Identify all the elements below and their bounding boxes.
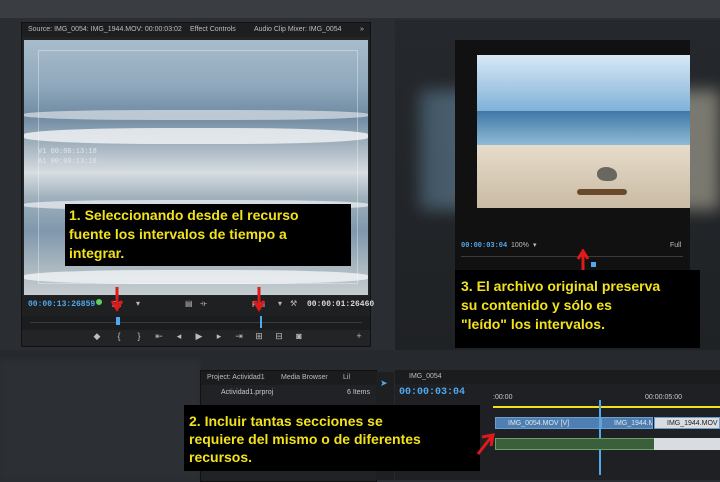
seagull <box>597 167 617 181</box>
red-arrow-in <box>110 287 124 312</box>
source-current-timecode[interactable]: 00:00:13:26859 <box>28 300 95 309</box>
tab-libraries[interactable]: Lil <box>343 371 350 385</box>
callout-2: 2. Incluir tantas secciones se requiere … <box>184 405 480 471</box>
chevron-down-icon[interactable]: ▾ <box>136 299 140 308</box>
tab-source[interactable]: Source: IMG_0054: IMG_1944.MOV: 00:00:03… <box>28 23 182 37</box>
ruler-start-label: :00:00 <box>493 394 513 401</box>
program-zoom[interactable]: 100% <box>511 242 529 249</box>
timeline-clip[interactable]: IMG_1944.MOV [V] <box>654 417 720 429</box>
timeline-clip[interactable]: IMG_1944.MOV [V] <box>601 417 653 429</box>
mark-out-icon[interactable]: } <box>132 331 146 341</box>
program-ruler[interactable] <box>461 256 683 257</box>
program-playhead[interactable] <box>591 262 596 267</box>
background-left-panel <box>0 360 200 480</box>
source-transport-controls: ◆ { } ⇤ ◂ ▶ ▸ ⇥ ⊞ ⊟ ◙ + <box>22 330 370 346</box>
callout-2-text: 2. Incluir tantas secciones se requiere … <box>189 413 421 465</box>
program-quality[interactable]: Full <box>670 242 681 249</box>
insert-icon[interactable]: ⊞ <box>252 331 266 342</box>
status-dot <box>96 299 102 305</box>
program-timecode-bar: 00:00:03:04 100% ▾ Full <box>455 240 690 254</box>
timeline-tab-bar: IMG_0054 <box>395 370 720 384</box>
program-monitor: 00:00:03:04 100% ▾ Full <box>455 40 690 271</box>
tc-overlay-video: V1 00:00:13:18 <box>38 148 97 156</box>
ruler-mid-label: 00:00:05:00 <box>645 394 682 401</box>
marker-icon[interactable]: ◆ <box>90 331 104 342</box>
audio-icon[interactable]: ⟛ <box>200 299 207 309</box>
sea <box>477 111 690 145</box>
step-back-icon[interactable]: ◂ <box>172 331 186 342</box>
tab-media-browser[interactable]: Media Browser <box>281 371 328 385</box>
tc-overlay-audio: A1 00:00:13:18 <box>38 158 97 166</box>
sand <box>477 145 690 208</box>
red-arrow-timeline <box>476 433 495 455</box>
program-video-frame[interactable] <box>477 55 690 208</box>
go-to-out-icon[interactable]: ⇥ <box>232 331 246 342</box>
panel-menu-icon[interactable]: » <box>360 23 364 37</box>
sky <box>477 55 690 111</box>
selection-tool-icon[interactable]: ➤ <box>380 378 388 389</box>
items-count: 6 Items <box>347 389 370 396</box>
chevron-down-icon[interactable]: ▾ <box>533 241 537 249</box>
source-monitor: Source: IMG_0054: IMG_1944.MOV: 00:00:03… <box>21 22 374 347</box>
seaweed <box>577 189 627 195</box>
callout-1-text: 1. Seleccionando desde el recurso fuente… <box>69 207 299 261</box>
red-arrow-out <box>252 287 266 312</box>
film-icon[interactable]: ▤ <box>185 299 193 308</box>
project-tabs: Project: Actividad1 Media Browser Lil <box>201 371 376 385</box>
wrench-icon[interactable]: ⚒ <box>290 299 297 308</box>
timeline-tab[interactable]: IMG_0054 <box>409 370 442 384</box>
callout-3: 3. El archivo original preserva su conte… <box>455 270 700 348</box>
out-point-marker[interactable] <box>260 316 262 328</box>
work-area-bar[interactable] <box>493 406 720 408</box>
step-forward-icon[interactable]: ▸ <box>212 331 226 342</box>
callout-1: 1. Seleccionando desde el recurso fuente… <box>65 204 351 266</box>
chevron-down-icon[interactable]: ▾ <box>278 299 282 308</box>
project-file-name: Actividad1.prproj <box>221 389 274 396</box>
callout-3-text: 3. El archivo original preserva su conte… <box>461 278 661 332</box>
tab-project[interactable]: Project: Actividad1 <box>207 371 265 385</box>
source-duration-timecode: 00:00:01:26460 <box>307 300 375 309</box>
app-menubar-blurred <box>0 0 720 18</box>
program-timecode[interactable]: 00:00:03:04 <box>461 242 507 250</box>
overwrite-icon[interactable]: ⊟ <box>272 331 286 342</box>
tab-effect-controls[interactable]: Effect Controls <box>190 23 236 37</box>
ruler-line <box>30 322 362 323</box>
timeline-clip[interactable]: IMG_0054.MOV [V] <box>495 417 600 429</box>
go-to-in-icon[interactable]: ⇤ <box>152 331 166 342</box>
add-button-icon[interactable]: + <box>352 331 366 341</box>
audio-track-clip[interactable] <box>654 438 720 450</box>
play-icon[interactable]: ▶ <box>192 331 206 342</box>
tab-audio-clip-mixer[interactable]: Audio Clip Mixer: IMG_0054 <box>254 23 342 37</box>
playhead-marker[interactable] <box>116 317 120 325</box>
source-monitor-tabs: Source: IMG_0054: IMG_1944.MOV: 00:00:03… <box>22 23 370 37</box>
mark-in-icon[interactable]: { <box>112 331 126 341</box>
source-timecode-bar: 00:00:13:26859 Fit ▾ ▤ ⟛ Full ▾ ⚒ 00:00:… <box>22 296 374 316</box>
export-frame-icon[interactable]: ◙ <box>292 331 306 341</box>
source-time-ruler[interactable] <box>22 316 370 330</box>
timeline-timecode[interactable]: 00:00:03:04 <box>399 387 465 398</box>
